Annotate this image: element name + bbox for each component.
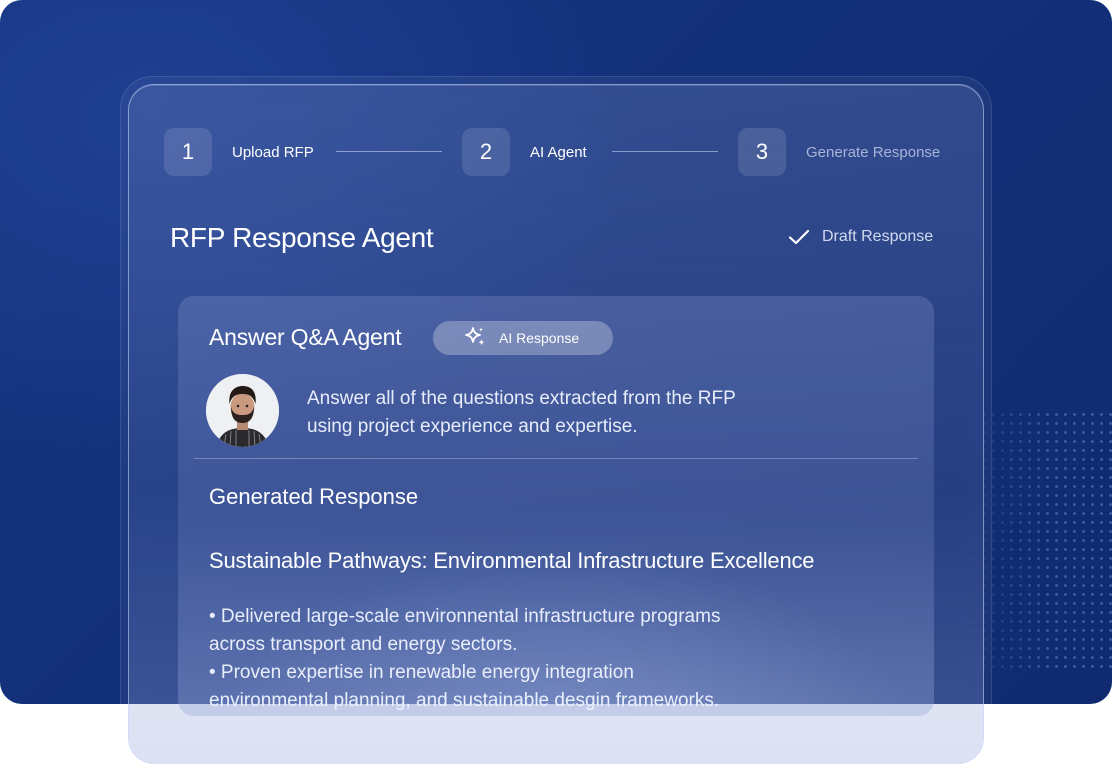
bullet-2-line-2: environmental planning, and sustainable … (209, 690, 720, 711)
divider (194, 458, 918, 459)
avatar (206, 374, 279, 447)
page-title: RFP Response Agent (170, 222, 434, 253)
step-3-label[interactable]: Generate Response (806, 144, 940, 161)
generated-response-heading: Generated Response (209, 484, 419, 509)
check-icon (788, 228, 810, 246)
bullet-1-line-1: • Delivered large-scale environnental in… (209, 606, 721, 627)
ai-response-badge[interactable]: AI Response (433, 321, 613, 355)
agent-instructions: Answer all of the questions extracted fr… (307, 385, 827, 441)
response-bullets: • Delivered large-scale environnental in… (209, 603, 829, 715)
draft-response-label: Draft Response (822, 228, 934, 245)
step-connector-2 (612, 151, 718, 152)
sparkle-icon (463, 325, 487, 352)
instructions-line-1: Answer all of the questions extracted fr… (307, 388, 736, 409)
step-1-number[interactable]: 1 (164, 128, 212, 176)
bullet-1-line-2: across transport and energy sectors. (209, 634, 518, 655)
step-2-label[interactable]: AI Agent (530, 144, 587, 161)
step-3-number[interactable]: 3 (738, 128, 786, 176)
instructions-line-2: using project experience and expertise. (307, 416, 638, 437)
response-title: Sustainable Pathways: Environmental Infr… (209, 548, 815, 573)
step-1-label[interactable]: Upload RFP (232, 144, 314, 161)
ai-response-label: AI Response (499, 330, 580, 346)
draft-response-status[interactable]: Draft Response (788, 228, 933, 246)
bullet-2-line-1: • Proven expertise in renewable energy i… (209, 662, 634, 683)
step-2-number[interactable]: 2 (462, 128, 510, 176)
step-connector-1 (336, 151, 442, 152)
agent-card-title: Answer Q&A Agent (209, 324, 402, 350)
